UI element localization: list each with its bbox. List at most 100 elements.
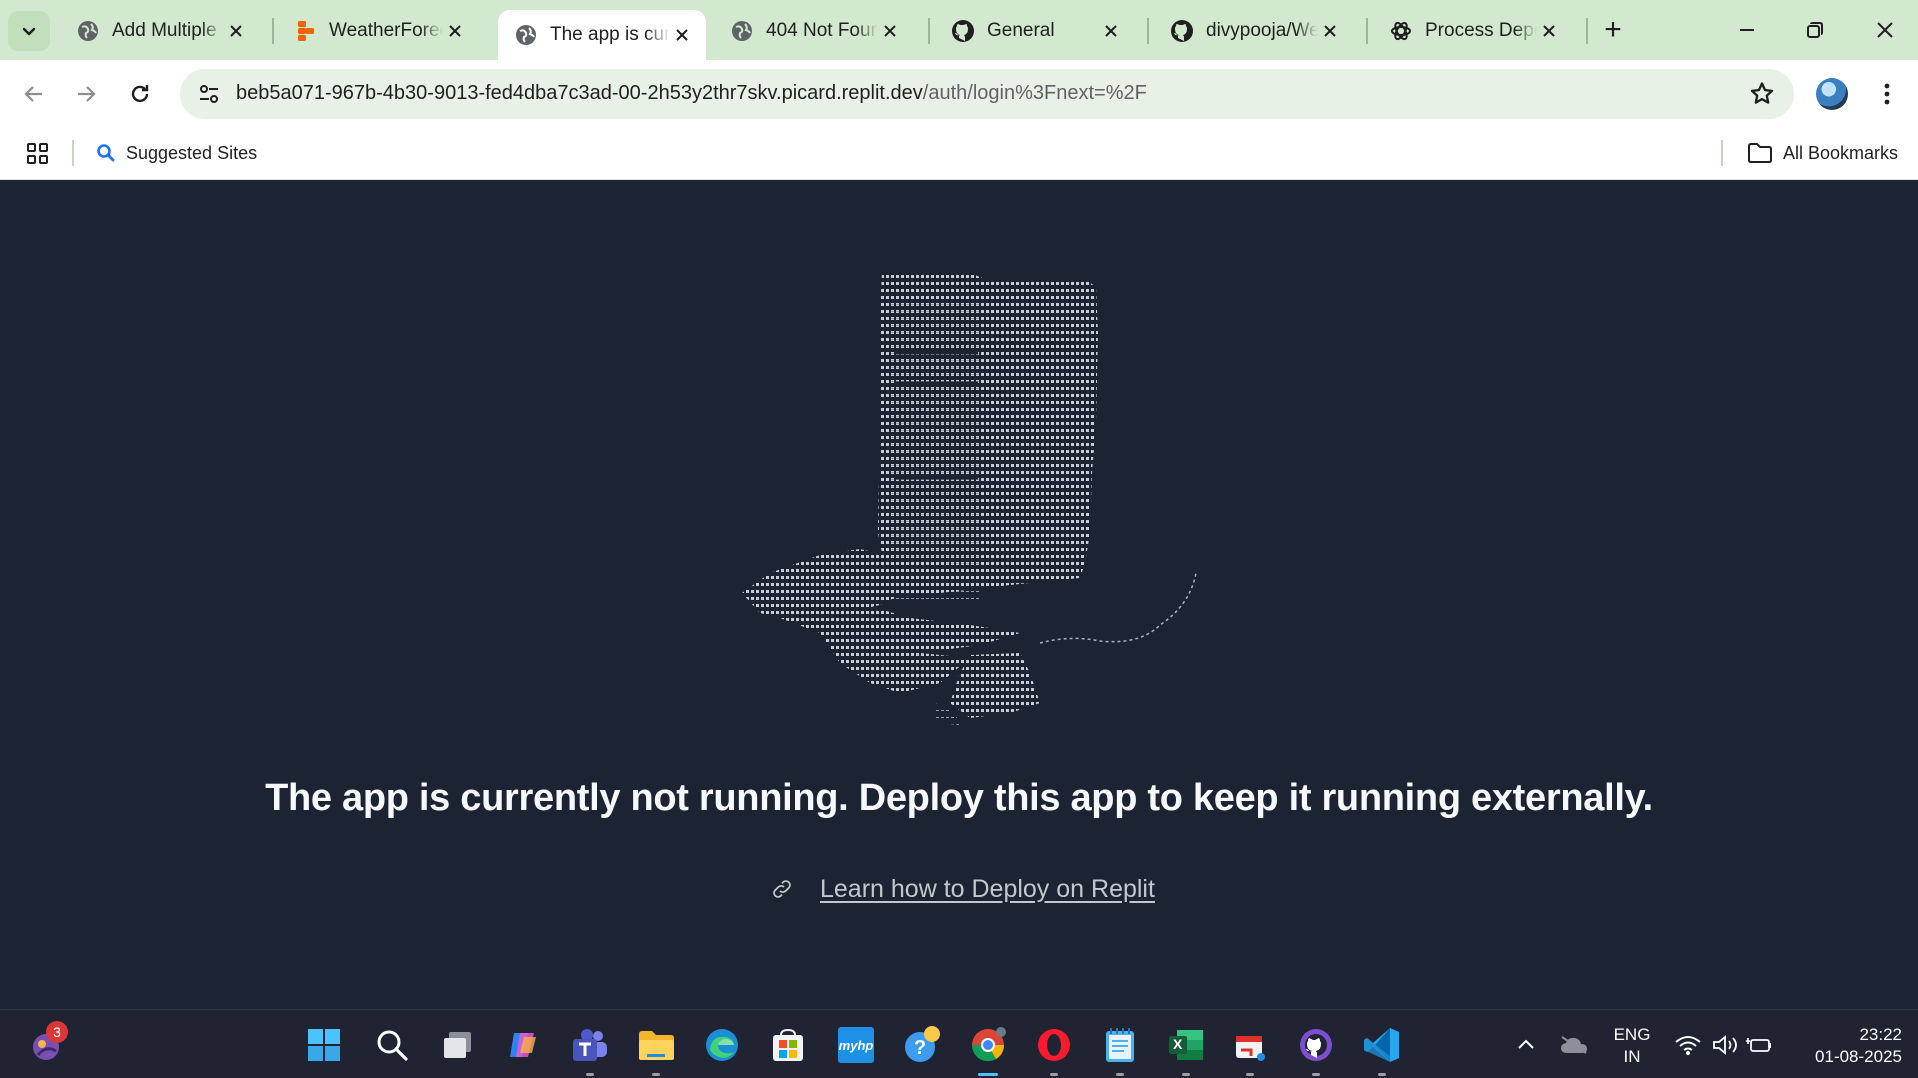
running-indicator [1050,1073,1058,1076]
profile-avatar[interactable] [1816,78,1848,110]
tab-search-button[interactable] [8,11,50,51]
reload-button[interactable] [120,74,160,114]
quick-settings-button[interactable] [1664,1023,1784,1067]
myhp-button[interactable]: myhp [834,1023,878,1067]
reload-icon [131,85,149,103]
chrome-button[interactable] [966,1023,1010,1076]
opera-button[interactable] [1032,1023,1076,1076]
bookmark-label: Suggested Sites [126,142,258,163]
close-window-button[interactable] [1860,10,1910,50]
language-line2: IN [1623,1047,1641,1066]
all-bookmarks-button[interactable]: All Bookmarks [1747,138,1898,168]
running-indicator [1378,1073,1386,1076]
snipping-tool-button[interactable] [1228,1023,1272,1076]
onedrive-button[interactable] [1552,1023,1596,1067]
search-icon [377,1030,408,1061]
bookmark-label: All Bookmarks [1782,142,1898,163]
apps-grid-icon[interactable] [26,142,50,171]
vscode-button[interactable] [1360,1023,1404,1076]
arrow-right-icon [78,86,96,102]
file-explorer-button[interactable] [634,1023,678,1076]
bookmark-separator [72,140,74,166]
restore-button[interactable] [1790,10,1840,50]
chevron-down-icon [22,27,36,36]
close-icon[interactable] [1537,19,1561,43]
clock[interactable]: 23:22 01-08-2025 [1792,1024,1902,1068]
github-icon [1171,20,1193,42]
url-host: beb5a071-967b-4b30-9013-fed4dba7c3ad-00-… [236,82,923,104]
minimize-icon [1740,29,1754,31]
learn-deploy-link[interactable]: Learn how to Deploy on Replit [770,871,1155,907]
page-headline: The app is currently not running. Deploy… [265,777,1653,819]
excel-button[interactable]: X [1164,1023,1208,1076]
suggested-sites-bookmark[interactable]: Suggested Sites [96,138,257,168]
tab-github-repo[interactable]: divypooja/WeatherForecast [1154,10,1354,52]
teams-icon [573,1029,607,1061]
running-indicator [652,1073,660,1076]
tab-title: divypooja/WeatherForecast [1206,20,1318,41]
bookmark-separator [1721,140,1723,166]
tab-title: Add Multiple Images [112,20,224,41]
notepad-button[interactable] [1098,1023,1142,1076]
clock-time: 23:22 [1859,1025,1902,1044]
close-icon[interactable] [1318,19,1342,43]
close-icon[interactable] [878,19,902,43]
address-bar[interactable]: beb5a071-967b-4b30-9013-fed4dba7c3ad-00-… [180,69,1794,119]
copilot-button[interactable] [502,1023,546,1067]
tab-separator [1147,18,1149,44]
snipping-tool-icon [1236,1036,1265,1061]
close-icon[interactable] [670,23,694,47]
store-button[interactable] [766,1023,810,1067]
show-hidden-icons-button[interactable] [1504,1023,1548,1067]
plus-icon: + [1604,13,1622,46]
tab-process-dependencies[interactable]: Process Dependencies [1373,10,1573,52]
running-indicator [1312,1073,1320,1076]
onedrive-icon [1561,1036,1587,1054]
task-view-button[interactable] [436,1023,480,1067]
tab-add-multiple-images[interactable]: Add Multiple Images [60,10,260,52]
forward-button[interactable] [66,74,106,114]
taskbar-search-button[interactable] [370,1023,414,1067]
vscode-icon [1364,1028,1399,1062]
language-indicator[interactable]: ENG IN [1612,1024,1652,1068]
browser-menu-button[interactable] [1872,76,1902,112]
new-tab-button[interactable]: + [1588,10,1638,50]
more-vert-icon [1884,83,1890,105]
openai-icon [1391,21,1411,41]
teams-button[interactable] [568,1023,612,1076]
edge-button[interactable] [700,1023,744,1067]
tab-github-general[interactable]: General [935,10,1135,52]
tab-app-not-running[interactable]: The app is currently not running [498,10,706,60]
bookmark-star-button[interactable] [1748,80,1776,113]
close-icon[interactable] [1099,19,1123,43]
link-icon [773,880,791,898]
windows-taskbar: 3 myhp ? X ENG IN 23:22 01-08-2025 [0,1009,1918,1078]
tab-title: Process Dependencies [1425,20,1537,41]
globe-icon [516,25,536,45]
learn-link-text: Learn how to Deploy on Replit [820,874,1155,903]
minimize-button[interactable] [1722,10,1772,50]
start-button[interactable] [302,1023,346,1067]
windows-start-icon [308,1029,340,1061]
close-icon[interactable] [224,19,248,43]
task-view-icon [444,1032,471,1058]
folder-icon [1747,143,1772,163]
tune-icon [200,85,218,103]
github-desktop-button[interactable] [1294,1023,1338,1076]
github-icon [952,20,974,42]
copilot-icon [510,1033,536,1057]
close-icon[interactable] [443,19,467,43]
excel-letter: X [1173,1036,1183,1052]
running-indicator [1182,1073,1190,1076]
running-indicator [1246,1073,1254,1076]
tab-404-not-found[interactable]: 404 Not Found [714,10,914,52]
site-info-button[interactable] [192,77,226,111]
tab-title: 404 Not Found [766,20,878,41]
get-help-button[interactable]: ? [900,1023,944,1067]
svg-text:?: ? [914,1037,926,1059]
replit-icon [298,21,314,41]
ascii-art-illustration [742,273,1197,725]
back-button[interactable] [14,74,54,114]
tab-weatherforecast[interactable]: WeatherForecast [279,10,479,52]
running-indicator [1116,1073,1124,1076]
